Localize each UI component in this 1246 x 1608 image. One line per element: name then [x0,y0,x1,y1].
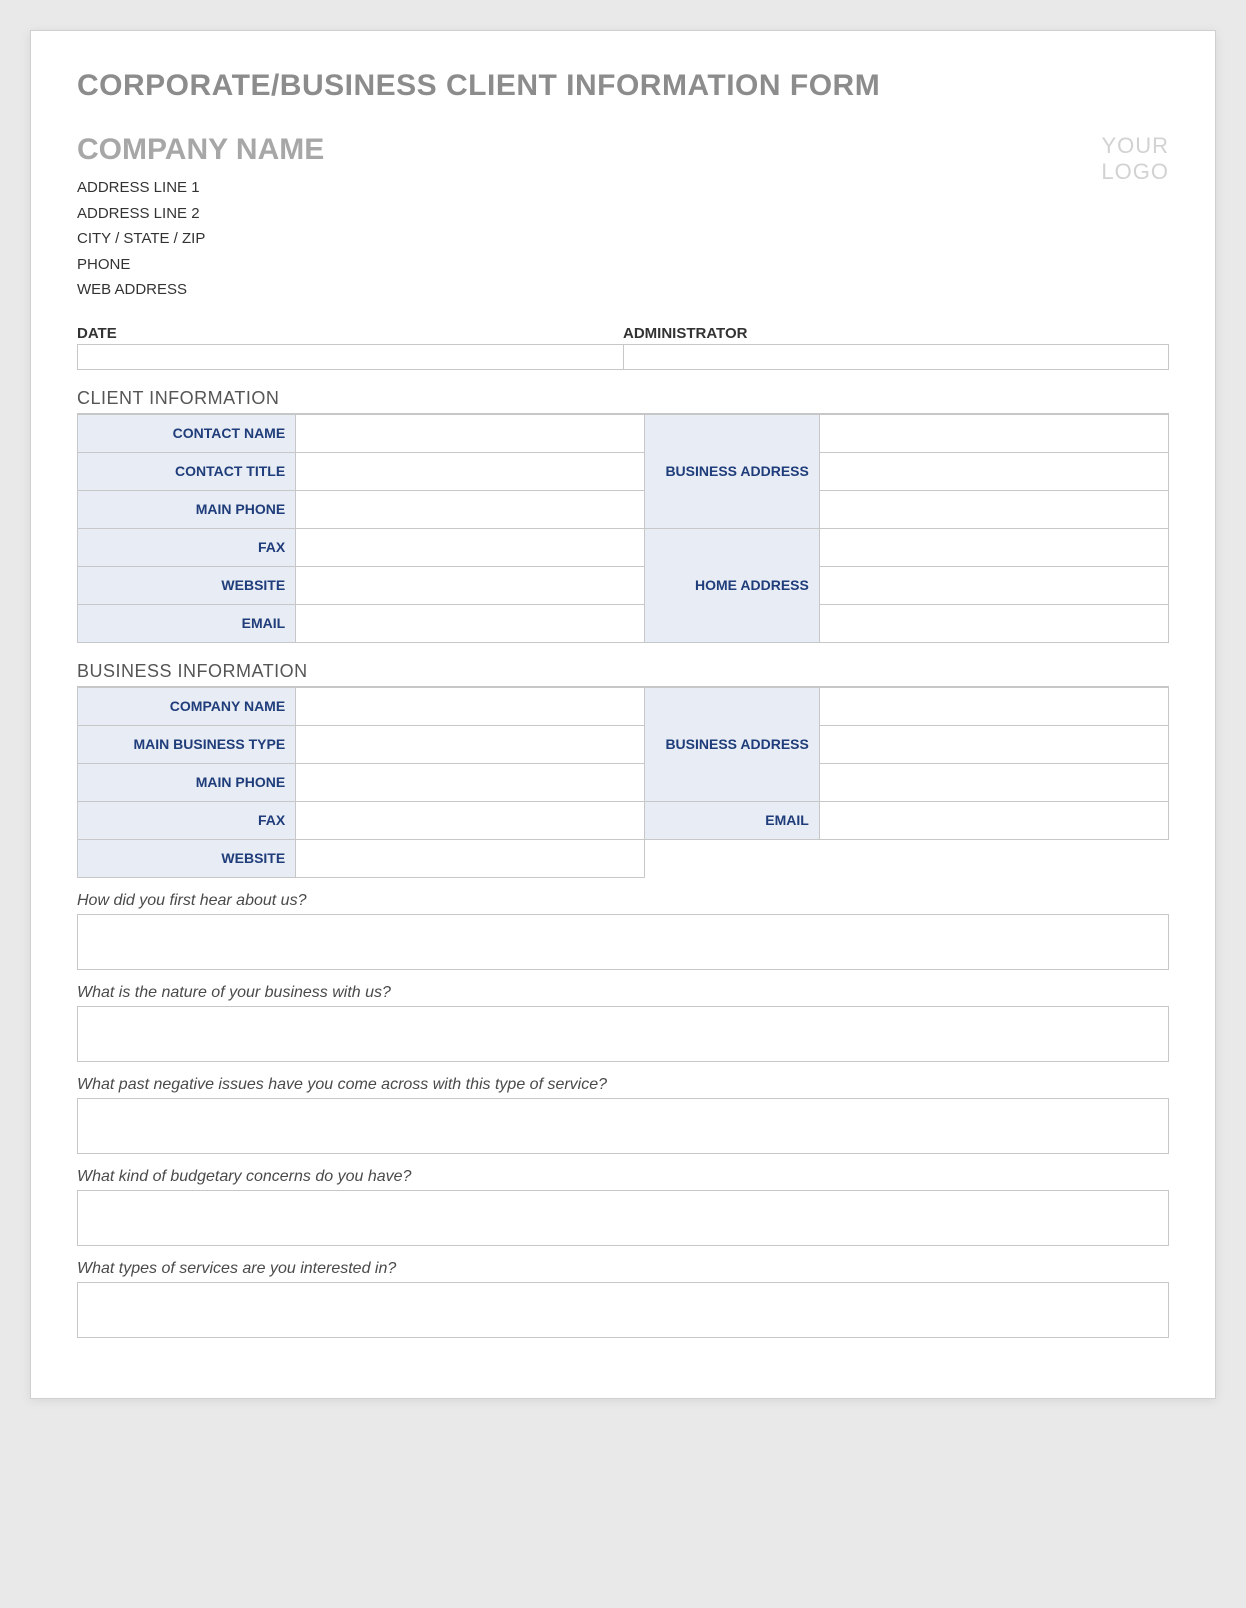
biz-main-type-label: MAIN BUSINESS TYPE [78,725,296,763]
company-phone: PHONE [77,252,1101,278]
business-address-label: BUSINESS ADDRESS [645,414,820,528]
contact-name-label: CONTACT NAME [78,414,296,452]
biz-fax-input[interactable] [296,801,645,839]
q5-label: What types of services are you intereste… [77,1260,1169,1278]
biz-fax-label: FAX [78,801,296,839]
company-web: WEB ADDRESS [77,277,1101,303]
website-input[interactable] [296,566,645,604]
home-address-input-3[interactable] [819,604,1168,642]
biz-main-phone-input[interactable] [296,763,645,801]
business-section-title: BUSINESS INFORMATION [77,661,1169,682]
administrator-label: ADMINISTRATOR [623,323,1169,344]
logo-placeholder: YOUR LOGO [1101,133,1169,186]
biz-main-phone-label: MAIN PHONE [78,763,296,801]
website-label: WEBSITE [78,566,296,604]
q3-label: What past negative issues have you come … [77,1076,1169,1094]
company-block: COMPANY NAME ADDRESS LINE 1 ADDRESS LINE… [77,133,1101,303]
home-address-input-2[interactable] [819,566,1168,604]
biz-main-type-input[interactable] [296,725,645,763]
main-phone-input[interactable] [296,490,645,528]
q4-label: What kind of budgetary concerns do you h… [77,1168,1169,1186]
biz-website-input[interactable] [296,839,645,877]
email-label: EMAIL [78,604,296,642]
client-section-title: CLIENT INFORMATION [77,388,1169,409]
empty-cell [645,839,820,877]
contact-name-input[interactable] [296,414,645,452]
biz-email-label: EMAIL [645,801,820,839]
date-input[interactable] [78,345,624,369]
form-sheet: CORPORATE/BUSINESS CLIENT INFORMATION FO… [30,30,1216,1399]
q2-label: What is the nature of your business with… [77,984,1169,1002]
q1-input[interactable] [77,914,1169,970]
company-address-1: ADDRESS LINE 1 [77,175,1101,201]
business-info-table: COMPANY NAME BUSINESS ADDRESS MAIN BUSIN… [77,687,1169,878]
biz-business-address-label: BUSINESS ADDRESS [645,687,820,801]
company-city-state-zip: CITY / STATE / ZIP [77,226,1101,252]
company-name: COMPANY NAME [77,133,1101,167]
biz-company-name-input[interactable] [296,687,645,725]
q3-input[interactable] [77,1098,1169,1154]
empty-cell [819,839,1168,877]
q4-input[interactable] [77,1190,1169,1246]
header-row: COMPANY NAME ADDRESS LINE 1 ADDRESS LINE… [77,133,1169,303]
business-address-input-3[interactable] [819,490,1168,528]
q2-input[interactable] [77,1006,1169,1062]
q1-label: How did you first hear about us? [77,892,1169,910]
form-title: CORPORATE/BUSINESS CLIENT INFORMATION FO… [77,69,1169,103]
q5-input[interactable] [77,1282,1169,1338]
fax-label: FAX [78,528,296,566]
logo-line-2: LOGO [1101,159,1169,185]
business-address-input-1[interactable] [819,414,1168,452]
main-phone-label: MAIN PHONE [78,490,296,528]
fax-input[interactable] [296,528,645,566]
client-info-table: CONTACT NAME BUSINESS ADDRESS CONTACT TI… [77,414,1169,643]
contact-title-input[interactable] [296,452,645,490]
date-label: DATE [77,323,623,344]
biz-business-address-input-1[interactable] [819,687,1168,725]
logo-line-1: YOUR [1101,133,1169,159]
email-input[interactable] [296,604,645,642]
biz-website-label: WEBSITE [78,839,296,877]
biz-business-address-input-2[interactable] [819,725,1168,763]
home-address-input-1[interactable] [819,528,1168,566]
biz-company-name-label: COMPANY NAME [78,687,296,725]
company-address-2: ADDRESS LINE 2 [77,201,1101,227]
meta-block: DATE ADMINISTRATOR [77,323,1169,370]
business-address-input-2[interactable] [819,452,1168,490]
home-address-label: HOME ADDRESS [645,528,820,642]
biz-business-address-input-3[interactable] [819,763,1168,801]
contact-title-label: CONTACT TITLE [78,452,296,490]
administrator-input[interactable] [624,345,1169,369]
biz-email-input[interactable] [819,801,1168,839]
